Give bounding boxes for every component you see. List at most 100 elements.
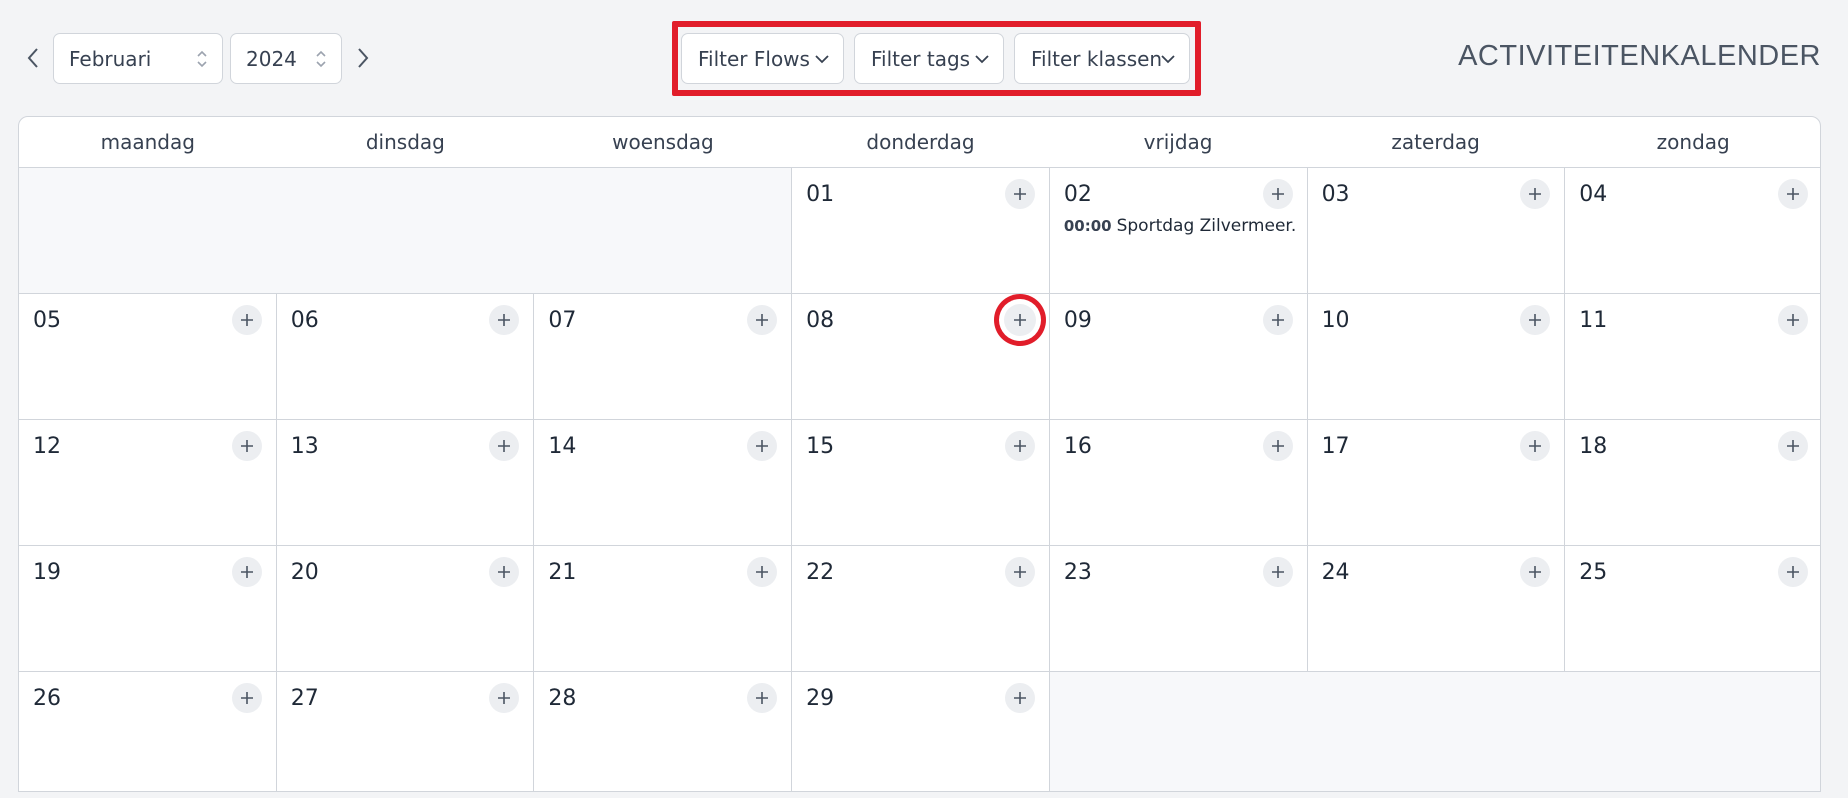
- prev-month-button[interactable]: [21, 44, 45, 72]
- day-cell[interactable]: 20: [276, 546, 534, 671]
- add-activity-button[interactable]: [1004, 683, 1035, 713]
- calendar-grid: 01 02 00:00 Sportdag Zilvermeer... 03 04…: [19, 168, 1820, 791]
- day-number: 08: [806, 308, 835, 333]
- add-activity-button[interactable]: [747, 557, 778, 587]
- filter-tags-label: Filter tags: [871, 46, 971, 71]
- add-activity-button[interactable]: [231, 305, 262, 335]
- add-activity-button[interactable]: [747, 431, 778, 461]
- filter-klassen-dropdown[interactable]: Filter klassen: [1014, 33, 1190, 84]
- day-cell[interactable]: 03: [1307, 168, 1565, 293]
- day-cell[interactable]: 01: [792, 168, 1049, 293]
- day-cell[interactable]: 26: [19, 672, 276, 791]
- day-cell[interactable]: 19: [19, 546, 276, 671]
- day-number: 27: [290, 686, 319, 711]
- day-number: 06: [290, 308, 319, 333]
- day-number: 02: [1063, 182, 1092, 207]
- day-number: 13: [290, 434, 319, 459]
- add-activity-button[interactable]: [231, 557, 262, 587]
- day-number: 16: [1063, 434, 1092, 459]
- plus-icon: [1271, 314, 1284, 326]
- add-activity-button[interactable]: [1520, 179, 1551, 209]
- next-month-button[interactable]: [351, 44, 375, 72]
- add-activity-button[interactable]: [231, 431, 262, 461]
- chevron-down-icon: [815, 55, 829, 64]
- day-number: 18: [1579, 434, 1608, 459]
- empty-day-cell: [19, 168, 792, 293]
- add-activity-button[interactable]: [1262, 179, 1293, 209]
- day-cell[interactable]: 08: [792, 294, 1049, 419]
- empty-day-cell: [1049, 672, 1820, 791]
- day-cell[interactable]: 29: [792, 672, 1049, 791]
- add-activity-button[interactable]: [1778, 179, 1808, 209]
- day-cell[interactable]: 25: [1565, 546, 1820, 671]
- day-cell[interactable]: 16: [1049, 420, 1307, 545]
- day-cell[interactable]: 18: [1565, 420, 1820, 545]
- weekday-header: maandag: [100, 130, 195, 154]
- day-cell[interactable]: 11: [1565, 294, 1820, 419]
- add-activity-button[interactable]: [1778, 305, 1808, 335]
- day-cell[interactable]: 12: [19, 420, 276, 545]
- plus-icon: [498, 440, 511, 452]
- day-cell[interactable]: 27: [276, 672, 534, 791]
- add-activity-button[interactable]: [1004, 557, 1035, 587]
- add-activity-button[interactable]: [489, 431, 520, 461]
- plus-icon: [240, 440, 253, 452]
- plus-icon: [756, 692, 769, 704]
- add-activity-button[interactable]: [489, 683, 520, 713]
- plus-icon: [1787, 188, 1799, 200]
- add-activity-button[interactable]: [1520, 431, 1551, 461]
- day-number: 03: [1321, 182, 1350, 207]
- day-number: 19: [33, 560, 61, 585]
- day-number: 28: [548, 686, 577, 711]
- add-activity-button[interactable]: [489, 557, 520, 587]
- plus-icon: [1013, 188, 1026, 200]
- day-cell[interactable]: 09: [1049, 294, 1307, 419]
- filter-flows-dropdown[interactable]: Filter Flows: [681, 33, 844, 84]
- add-activity-button-highlighted[interactable]: [1003, 304, 1036, 336]
- day-number: 17: [1321, 434, 1350, 459]
- day-cell[interactable]: 17: [1307, 420, 1565, 545]
- add-activity-button[interactable]: [747, 305, 778, 335]
- month-select[interactable]: Februari: [53, 33, 223, 84]
- day-cell[interactable]: 22: [792, 546, 1049, 671]
- add-activity-button[interactable]: [1778, 557, 1808, 587]
- add-activity-button[interactable]: [1778, 431, 1808, 461]
- weekday-header: donderdag: [866, 130, 975, 154]
- day-cell[interactable]: 06: [276, 294, 534, 419]
- add-activity-button[interactable]: [747, 683, 778, 713]
- add-activity-button[interactable]: [1262, 431, 1293, 461]
- plus-icon: [498, 566, 511, 578]
- add-activity-button[interactable]: [1004, 431, 1035, 461]
- filter-tags-dropdown[interactable]: Filter tags: [854, 33, 1004, 84]
- day-cell[interactable]: 13: [276, 420, 534, 545]
- day-cell[interactable]: 21: [534, 546, 792, 671]
- add-activity-button[interactable]: [1262, 557, 1293, 587]
- day-cell[interactable]: 14: [534, 420, 792, 545]
- day-cell[interactable]: 24: [1307, 546, 1565, 671]
- plus-icon: [1787, 440, 1799, 452]
- add-activity-button[interactable]: [489, 305, 520, 335]
- plus-icon: [240, 566, 253, 578]
- day-cell[interactable]: 28: [534, 672, 792, 791]
- plus-icon: [1013, 314, 1026, 326]
- plus-icon: [1271, 440, 1284, 452]
- day-cell[interactable]: 07: [534, 294, 792, 419]
- day-number: 21: [548, 560, 577, 585]
- day-number: 26: [33, 686, 61, 711]
- year-select[interactable]: 2024: [230, 33, 342, 84]
- day-cell[interactable]: 10: [1307, 294, 1565, 419]
- day-cell[interactable]: 15: [792, 420, 1049, 545]
- add-activity-button[interactable]: [231, 683, 262, 713]
- add-activity-button[interactable]: [1520, 557, 1551, 587]
- day-cell[interactable]: 05: [19, 294, 276, 419]
- add-activity-button[interactable]: [1520, 305, 1551, 335]
- day-cell[interactable]: 04: [1565, 168, 1820, 293]
- add-activity-button[interactable]: [1262, 305, 1293, 335]
- day-number: 22: [806, 560, 835, 585]
- plus-icon: [756, 440, 769, 452]
- day-cell[interactable]: 02 00:00 Sportdag Zilvermeer...: [1049, 168, 1307, 293]
- calendar-event[interactable]: 00:00 Sportdag Zilvermeer...: [1064, 216, 1297, 236]
- day-number: 14: [548, 434, 577, 459]
- add-activity-button[interactable]: [1004, 179, 1035, 209]
- day-cell[interactable]: 23: [1049, 546, 1307, 671]
